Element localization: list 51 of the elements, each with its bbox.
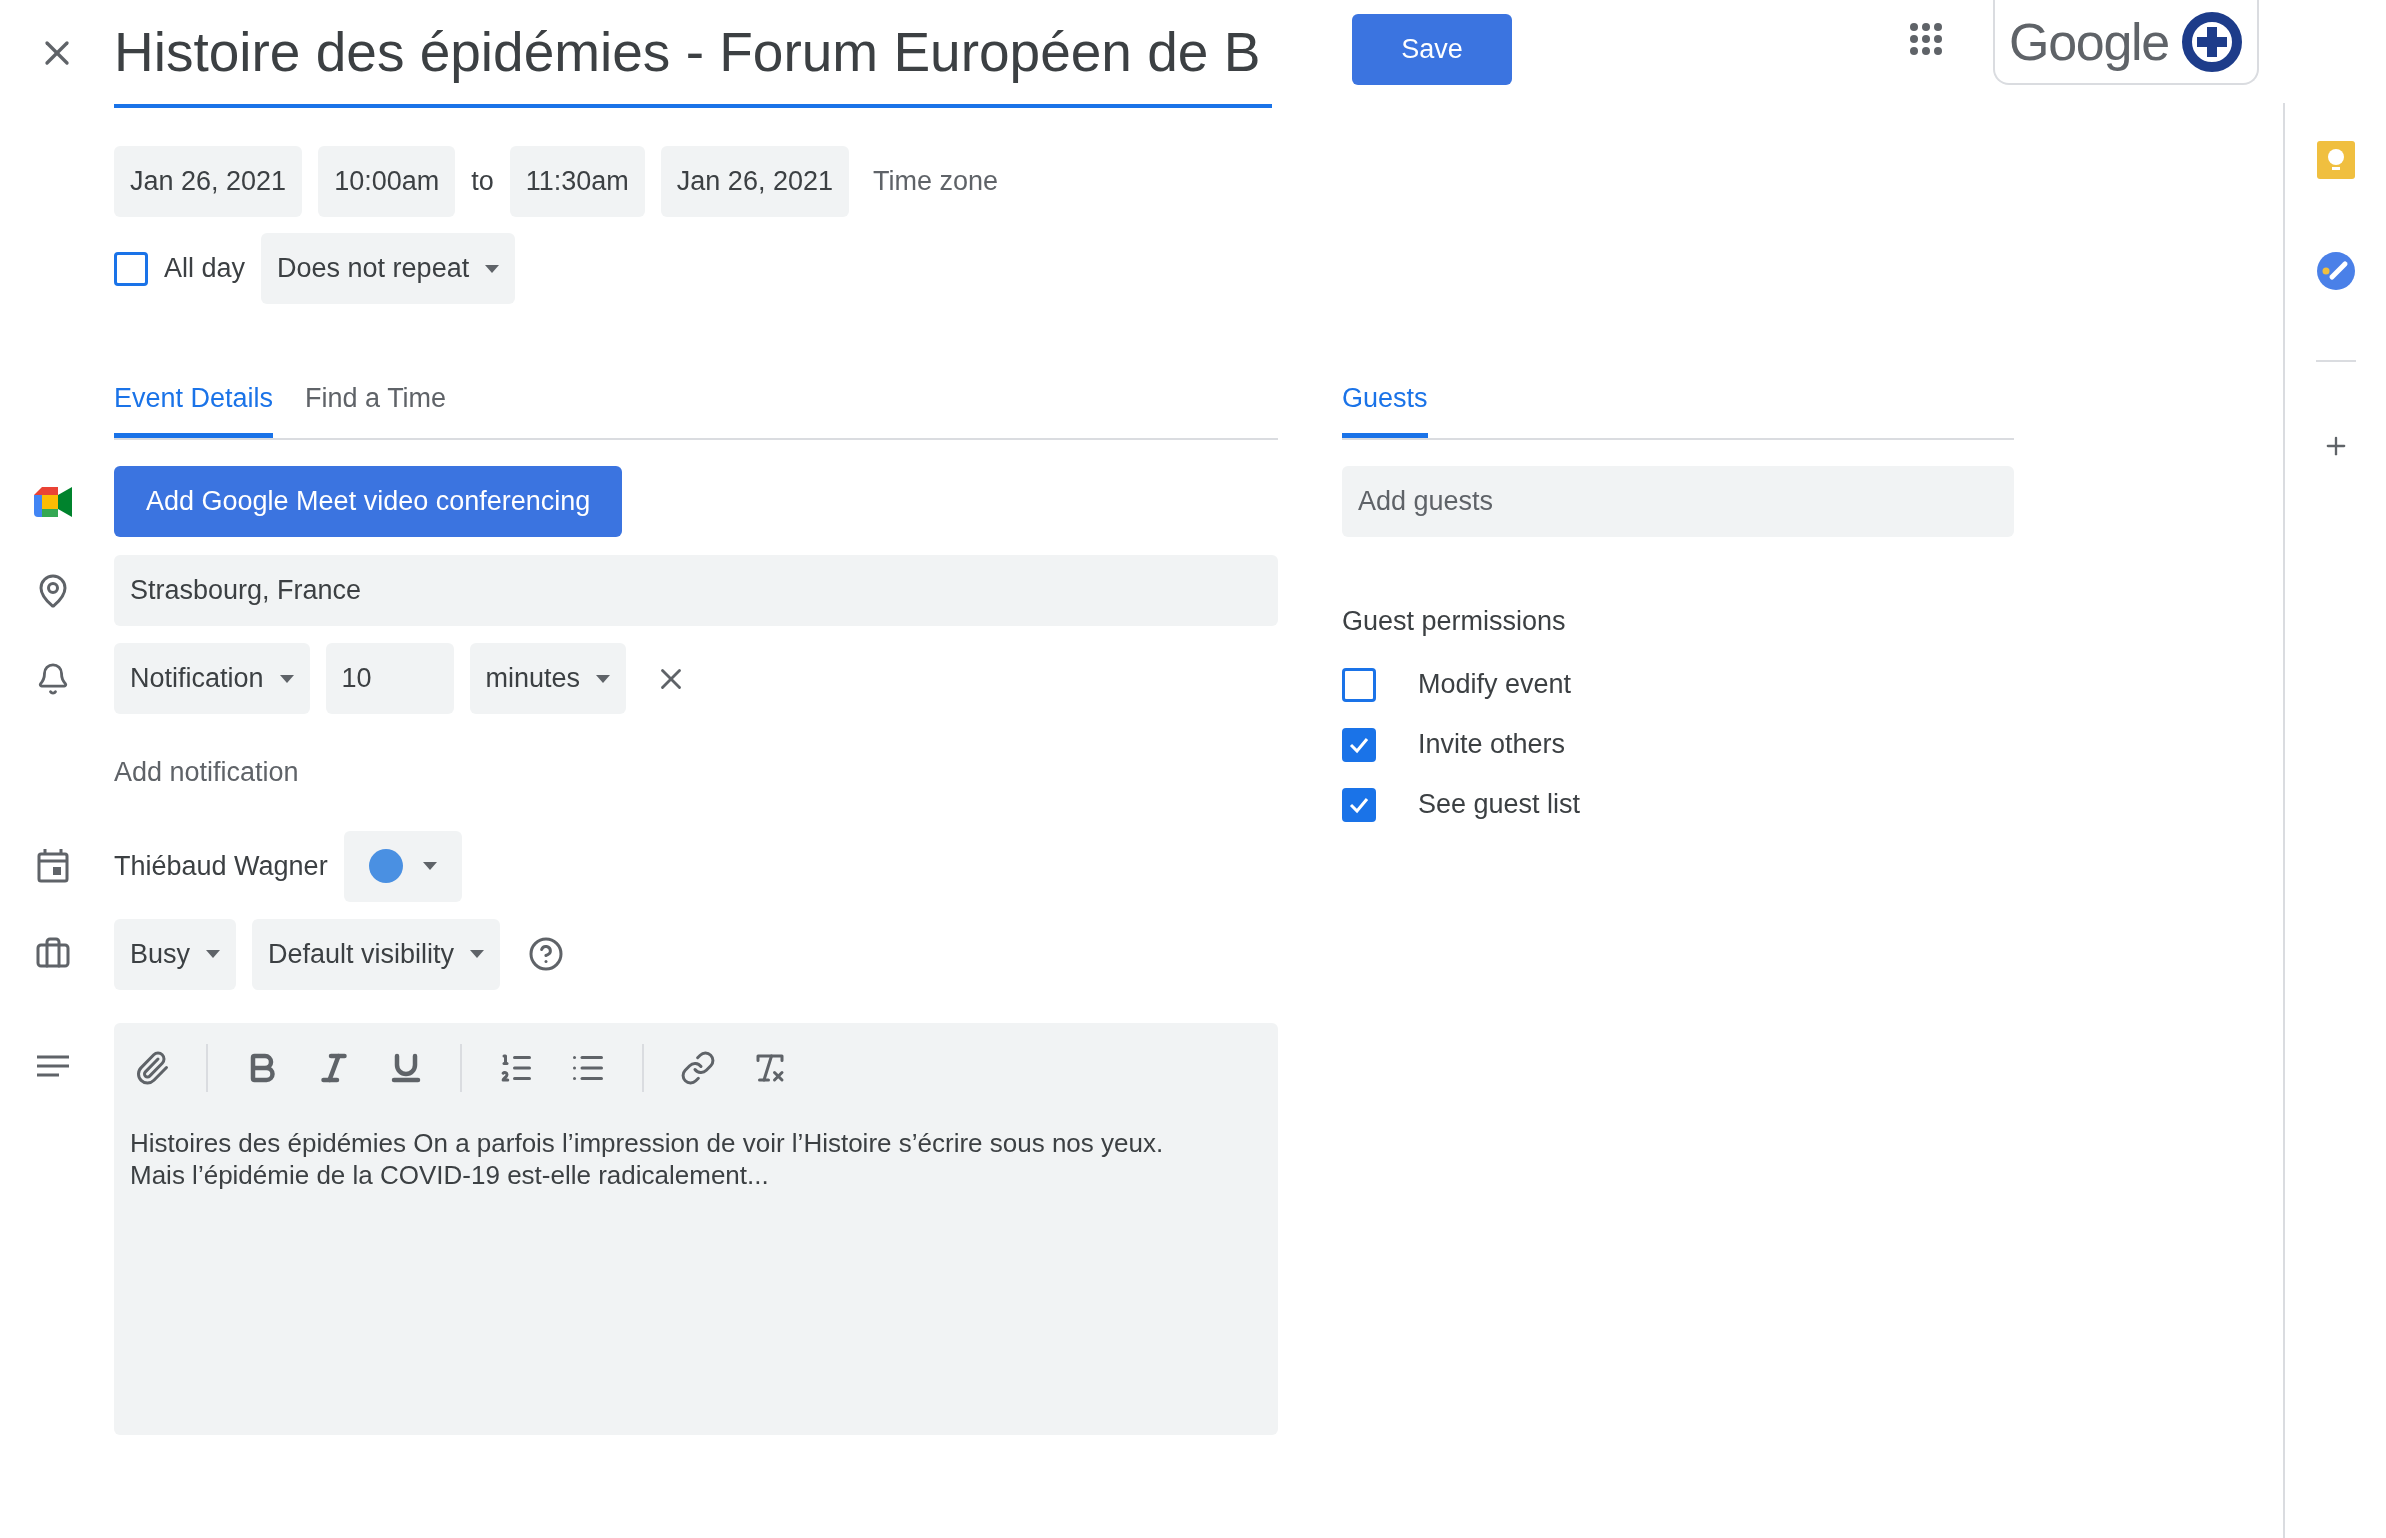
add-guests-field[interactable]: Add guests [1342, 466, 2014, 537]
start-time-chip[interactable]: 10:00am [318, 146, 456, 217]
repeat-dropdown[interactable]: Does not repeat [261, 233, 516, 304]
title-field[interactable]: Histoire des épidémies - Forum Européen de B [114, 0, 1272, 108]
description-lines-icon [37, 1054, 69, 1077]
checkmark-circle-icon[interactable] [2316, 252, 2355, 290]
add-notification-link[interactable]: Add notification [114, 752, 299, 793]
location-field[interactable]: Strasbourg, France [114, 555, 1278, 626]
all-day-checkbox[interactable] [114, 251, 148, 286]
description-editor[interactable]: Histoires des épidémies On a parfois l’impression de voir l’Histoire s’écrire sous nos yeux. Mais l’épidémie de la COVID-19 est-elle radicalement... [114, 1022, 1278, 1435]
permission-label: Invite others [1418, 728, 1566, 762]
add-meet-button[interactable]: Add Google Meet video conferencing [114, 466, 623, 537]
help-icon[interactable] [528, 936, 565, 972]
caret-icon [279, 674, 294, 683]
visibility-dropdown[interactable]: Default visibility [252, 918, 501, 990]
caret-icon [470, 950, 485, 958]
calendar-owner: Thiébaud Wagner [114, 849, 328, 883]
notification-type-dropdown[interactable]: Notification [114, 643, 310, 714]
permission-label: See guest list [1418, 788, 1581, 822]
permission-checkbox[interactable] [1342, 727, 1376, 762]
attach-icon[interactable] [134, 1049, 170, 1086]
calendar-color-dropdown[interactable] [343, 830, 462, 902]
caret-icon [206, 950, 221, 958]
caret-icon [485, 264, 500, 273]
notification-value-field[interactable]: 10 [325, 643, 454, 714]
permission-label: Modify event [1418, 668, 1572, 702]
description-text: Histoires des épidémies On a parfois l’impression de voir l’Histoire s’écrire sous nos yeux. Mais l’épidémie de la COVID-19 est-elle radicalement... [129, 1126, 1165, 1191]
tab[interactable]: Find a Time [305, 372, 447, 438]
all-day-label: All day [164, 252, 246, 286]
notification-unit-dropdown[interactable]: minutes [469, 643, 627, 714]
permissions-heading: Guest permissions [1342, 605, 1567, 638]
caret-icon [422, 862, 437, 870]
logo-wordmark: Google [2009, 11, 2169, 73]
end-date-chip[interactable]: Jan 26, 2021 [660, 146, 849, 217]
plus-circle-logo-icon [2180, 10, 2243, 73]
link-icon[interactable] [680, 1049, 716, 1086]
start-date-chip[interactable]: Jan 26, 2021 [114, 146, 303, 217]
tab[interactable]: Event Details [114, 372, 274, 438]
video-camera-icon [34, 486, 72, 517]
time-zone-link[interactable]: Time zone [872, 161, 998, 202]
end-time-chip[interactable]: 11:30am [509, 146, 645, 217]
save-button[interactable]: Save [1352, 14, 1512, 85]
bell-icon [36, 661, 70, 696]
calendar-icon [37, 849, 69, 883]
permission-checkbox[interactable] [1342, 787, 1376, 822]
tab[interactable]: Guests [1342, 372, 1428, 438]
permission-checkbox[interactable] [1342, 667, 1376, 702]
to-label: to [471, 165, 494, 199]
apps-grid-icon[interactable] [1909, 22, 1943, 56]
availability-dropdown[interactable]: Busy [114, 918, 237, 990]
caret-icon [596, 674, 611, 683]
